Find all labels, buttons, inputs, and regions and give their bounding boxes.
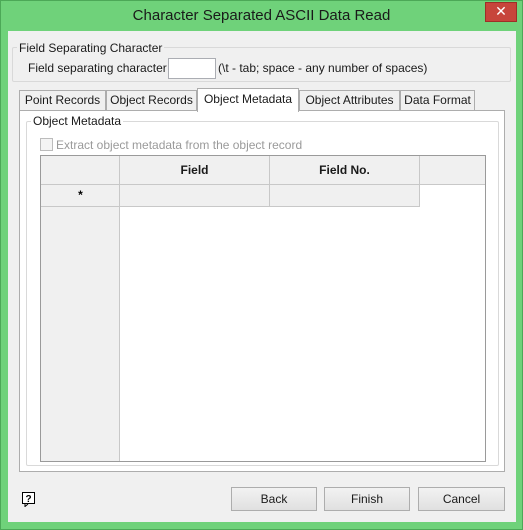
grid-column-header-field-no[interactable]: Field No. <box>270 156 420 185</box>
separator-input[interactable] <box>168 58 216 79</box>
separator-group-legend: Field Separating Character <box>17 41 165 55</box>
dialog-client: Field Separating Character Field separat… <box>8 31 516 522</box>
grid-header-filler <box>420 156 485 185</box>
close-icon: ✕ <box>495 3 507 19</box>
separator-hint: (\t - tab; space - any number of spaces) <box>218 61 428 75</box>
close-button[interactable]: ✕ <box>485 2 517 22</box>
help-icon[interactable]: ? <box>21 491 37 508</box>
grid-new-row-field-cell[interactable] <box>120 185 270 207</box>
grid-corner-header <box>41 156 120 185</box>
tab-data-format[interactable]: Data Format <box>400 90 475 110</box>
tab-object-attributes[interactable]: Object Attributes <box>299 90 400 110</box>
tab-object-metadata[interactable]: Object Metadata <box>197 88 299 112</box>
dialog-window: Character Separated ASCII Data Read ✕ Fi… <box>0 0 523 530</box>
metadata-group-legend: Object Metadata <box>31 114 124 128</box>
window-title: Character Separated ASCII Data Read <box>132 7 391 24</box>
metadata-grid[interactable]: Field Field No. * <box>40 155 486 462</box>
svg-text:?: ? <box>25 494 31 505</box>
tab-point-records[interactable]: Point Records <box>19 90 106 110</box>
tab-object-records[interactable]: Object Records <box>106 90 197 110</box>
back-button[interactable]: Back <box>231 487 317 511</box>
finish-button[interactable]: Finish <box>324 487 410 511</box>
extract-metadata-checkbox[interactable] <box>40 138 53 151</box>
grid-column-header-field[interactable]: Field <box>120 156 270 185</box>
grid-new-row-marker[interactable]: * <box>41 185 120 207</box>
separator-field-label: Field separating character <box>28 61 167 75</box>
cancel-button[interactable]: Cancel <box>418 487 505 511</box>
extract-metadata-label: Extract object metadata from the object … <box>56 138 303 152</box>
grid-new-row-field-no-cell[interactable] <box>270 185 420 207</box>
title-bar[interactable]: Character Separated ASCII Data Read ✕ <box>1 1 522 31</box>
